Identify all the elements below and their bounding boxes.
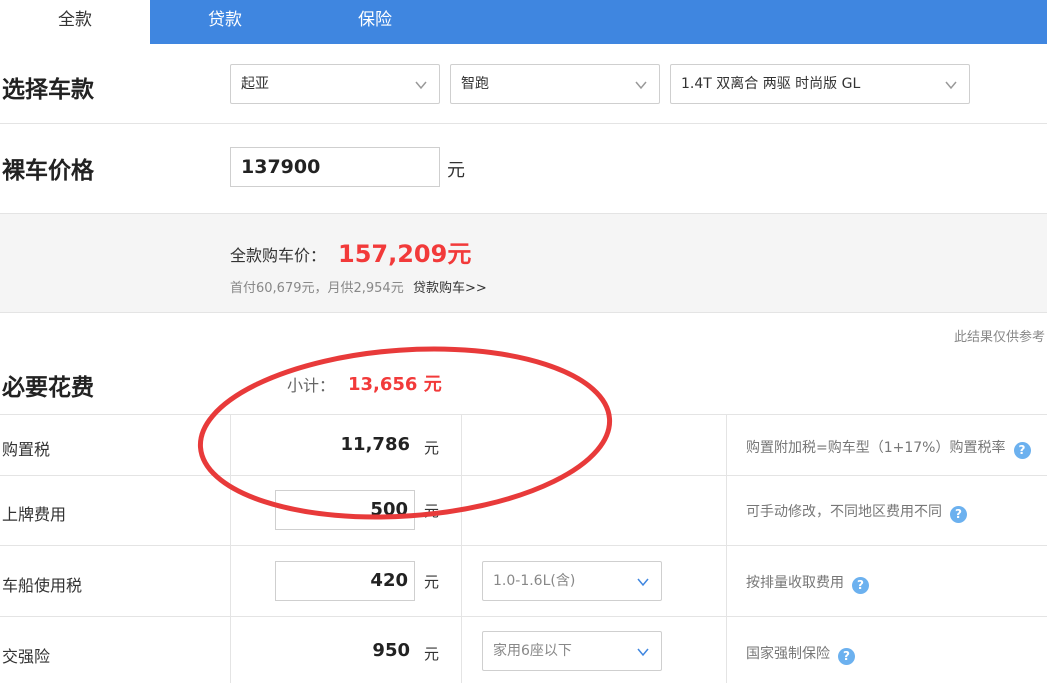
purchase-tax-unit: 元 (424, 439, 440, 457)
loan-purchase-link[interactable]: 贷款购车>> (413, 277, 487, 296)
version-select-value: 1.4T 双离合 两驱 时尚版 GL (681, 76, 861, 92)
chevron-down-icon (635, 81, 647, 90)
subtotal-label: 小计： (287, 376, 336, 395)
vehicle-tax-desc-text: 按排量收取费用 (746, 575, 844, 591)
tab-insurance[interactable]: 保险 (300, 0, 450, 44)
required-costs-title: 必要花费 (2, 375, 94, 401)
brand-select[interactable]: 起亚 (230, 64, 440, 104)
purchase-tax-desc-text: 购置附加税=购车型（1+17%）购置税率 (746, 440, 1006, 456)
compulsory-insurance-value: 950 (372, 640, 410, 661)
version-select[interactable]: 1.4T 双离合 两驱 时尚版 GL (670, 64, 970, 104)
seat-type-select[interactable]: 家用6座以下 (482, 631, 662, 671)
registration-fee-input[interactable]: 500 (275, 490, 415, 530)
brand-select-value: 起亚 (241, 76, 269, 92)
chevron-down-icon (945, 81, 957, 90)
chevron-down-icon (637, 648, 649, 657)
divider (0, 475, 1047, 476)
bare-price-input[interactable]: 137900 (230, 147, 440, 187)
compulsory-insurance-label: 交强险 (2, 647, 51, 666)
vehicle-tax-desc: 按排量收取费用? (746, 572, 869, 594)
vehicle-tax-label: 车船使用税 (2, 576, 83, 595)
displacement-select[interactable]: 1.0-1.6L(含) (482, 561, 662, 601)
help-icon[interactable]: ? (852, 577, 869, 594)
tab-bar: 全款 贷款 保险 (0, 0, 1047, 44)
registration-fee-unit: 元 (424, 502, 440, 520)
help-icon[interactable]: ? (838, 648, 855, 665)
series-select-value: 智跑 (461, 76, 489, 92)
seat-type-select-value: 家用6座以下 (493, 643, 572, 659)
purchase-tax-value: 11,786 (340, 434, 410, 455)
total-price-label: 全款购车价： (230, 246, 327, 265)
summary-panel: 全款购车价： 157,209元 首付60,679元，月供2,954元 贷款购车>… (0, 213, 1047, 313)
total-price-value: 157,209元 (338, 240, 472, 268)
compulsory-insurance-unit: 元 (424, 645, 440, 663)
column-divider (726, 414, 727, 683)
registration-fee-desc: 可手动修改，不同地区费用不同? (746, 501, 967, 523)
displacement-select-value: 1.0-1.6L(含) (493, 573, 576, 589)
compulsory-insurance-desc-text: 国家强制保险 (746, 646, 830, 662)
vehicle-tax-unit: 元 (424, 573, 440, 591)
bare-price-unit: 元 (447, 160, 465, 181)
divider (0, 123, 1047, 124)
disclaimer-note: 此结果仅供参考 (953, 330, 1045, 345)
series-select[interactable]: 智跑 (450, 64, 660, 104)
tab-full-payment[interactable]: 全款 (0, 0, 150, 44)
select-model-title: 选择车款 (2, 77, 94, 103)
column-divider (461, 414, 462, 683)
chevron-down-icon (415, 81, 427, 90)
help-icon[interactable]: ? (950, 506, 967, 523)
subtotal-value: 13,656 元 (348, 374, 442, 395)
bare-price-title: 裸车价格 (2, 158, 94, 184)
divider (0, 616, 1047, 617)
vehicle-tax-input[interactable]: 420 (275, 561, 415, 601)
registration-fee-desc-text: 可手动修改，不同地区费用不同 (746, 504, 942, 520)
chevron-down-icon (637, 578, 649, 587)
divider (0, 545, 1047, 546)
tab-loan[interactable]: 贷款 (150, 0, 300, 44)
purchase-tax-label: 购置税 (2, 440, 51, 459)
purchase-tax-desc: 购置附加税=购车型（1+17%）购置税率? (746, 437, 1031, 459)
column-divider (230, 414, 231, 683)
compulsory-insurance-desc: 国家强制保险? (746, 643, 855, 665)
registration-fee-label: 上牌费用 (2, 505, 67, 524)
divider (0, 414, 1047, 415)
loan-summary-text: 首付60,679元，月供2,954元 (230, 281, 404, 296)
help-icon[interactable]: ? (1013, 442, 1031, 459)
